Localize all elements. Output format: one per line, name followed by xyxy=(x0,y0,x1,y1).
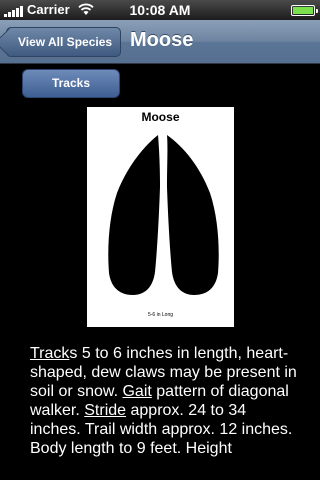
moose-track-icon xyxy=(108,135,219,295)
page-title: Moose xyxy=(130,29,194,51)
description-text: Tracks 5 to 6 inches in length, heart-sh… xyxy=(30,344,298,458)
stride-link[interactable]: Stride xyxy=(84,402,126,419)
track-title: Moose xyxy=(141,110,180,124)
battery-icon xyxy=(291,5,318,16)
status-bar: Carrier 10:08 AM xyxy=(0,0,320,20)
back-button[interactable]: View All Species xyxy=(6,27,121,57)
back-button-label: View All Species xyxy=(18,35,113,49)
tracks-button[interactable]: Tracks xyxy=(22,69,120,98)
gait-link[interactable]: Gait xyxy=(122,383,151,400)
track-image: Moose 5-6 in Long xyxy=(87,107,234,327)
battery-fill xyxy=(293,7,313,14)
clock: 10:08 AM xyxy=(129,2,191,18)
navigation-bar: View All Species Moose xyxy=(0,20,320,64)
track-caption: 5-6 in Long xyxy=(147,312,174,318)
tracks-link[interactable]: Track xyxy=(30,345,69,362)
